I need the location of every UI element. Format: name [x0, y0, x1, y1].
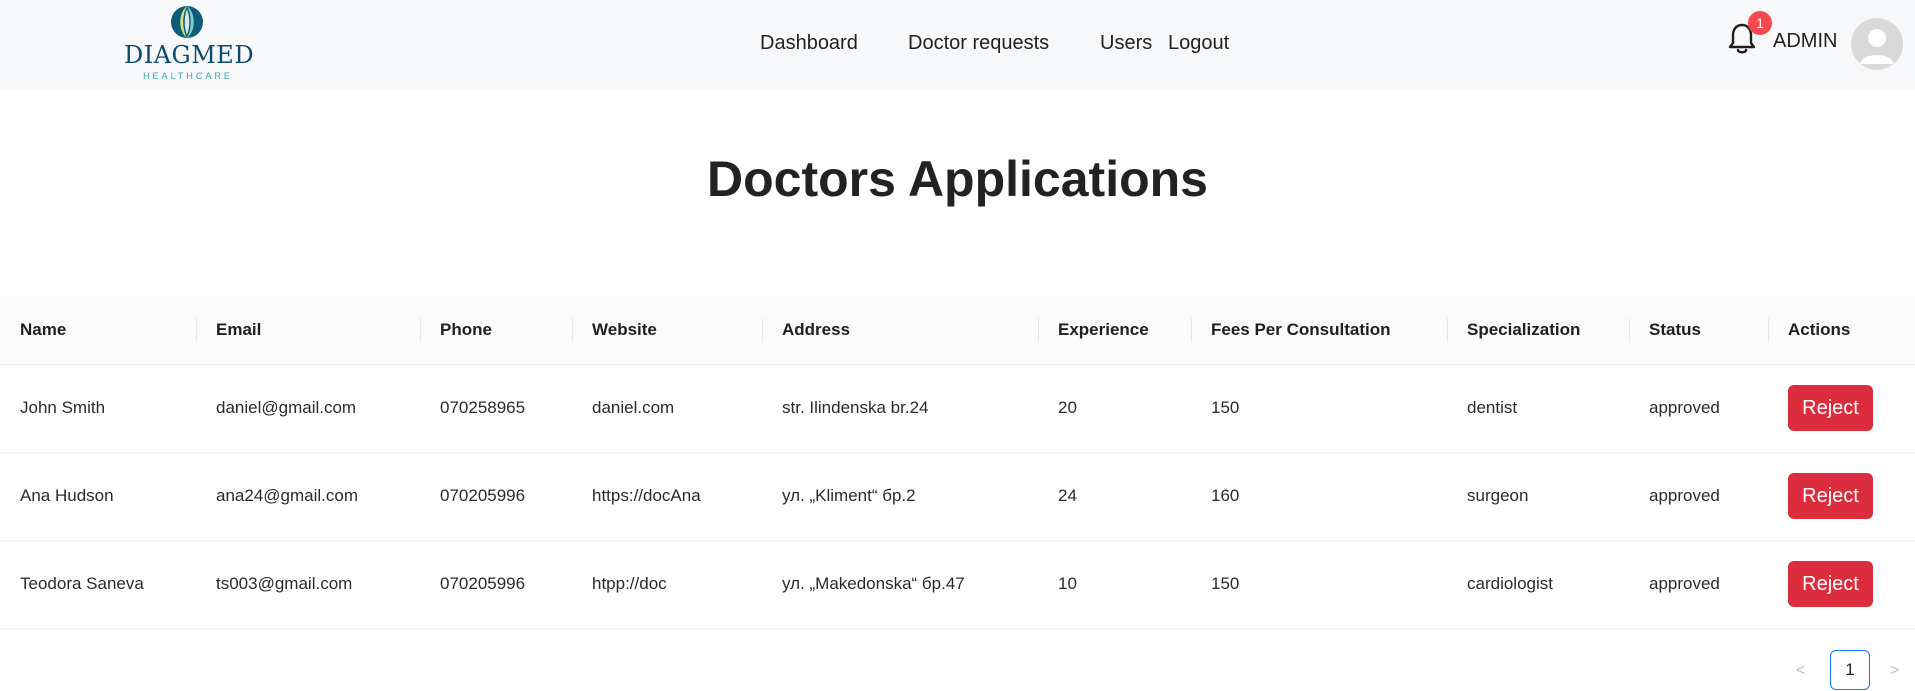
user-label: ADMIN	[1773, 30, 1838, 52]
nav-doctor-requests[interactable]: Doctor requests	[908, 32, 1049, 55]
pagination-prev-icon[interactable]: <	[1796, 662, 1805, 680]
column-header-address: Address	[762, 296, 1038, 365]
column-header-status: Status	[1629, 296, 1768, 365]
cell-address: ул. „Makedonska“ бр.47	[762, 540, 1038, 629]
cell-experience: 10	[1038, 540, 1191, 629]
cell-website: daniel.com	[572, 364, 762, 453]
table-row: Ana Hudson ana24@gmail.com 070205996 htt…	[0, 452, 1915, 541]
pagination-page-1[interactable]: 1	[1830, 650, 1870, 690]
cell-actions: Reject	[1768, 364, 1915, 453]
cell-address: str. Ilindenska br.24	[762, 364, 1038, 453]
cell-website: https://docAna	[572, 452, 762, 541]
logo-mark-icon	[171, 6, 203, 38]
cell-phone: 070205996	[420, 540, 572, 629]
cell-experience: 20	[1038, 364, 1191, 453]
page-title: Doctors Applications	[707, 151, 1208, 207]
table-header-row: Name Email Phone Website Address Experie…	[0, 296, 1915, 365]
brand-name: DIAGMED	[124, 41, 255, 69]
column-header-phone: Phone	[420, 296, 572, 365]
cell-website: htpp://doc	[572, 540, 762, 629]
reject-button[interactable]: Reject	[1788, 561, 1873, 607]
user-avatar-icon	[1860, 29, 1894, 64]
column-header-actions: Actions	[1768, 296, 1915, 365]
column-header-website: Website	[572, 296, 762, 365]
avatar[interactable]	[1851, 18, 1903, 70]
column-header-name: Name	[0, 296, 196, 365]
pagination: < 1 >	[1780, 650, 1910, 690]
cell-status: approved	[1629, 452, 1768, 541]
cell-status: approved	[1629, 540, 1768, 629]
cell-name: Teodora Saneva	[0, 540, 196, 629]
nav-dashboard[interactable]: Dashboard	[760, 32, 858, 55]
cell-email: daniel@gmail.com	[196, 364, 420, 453]
cell-status: approved	[1629, 364, 1768, 453]
table-row: John Smith daniel@gmail.com 070258965 da…	[0, 364, 1915, 453]
brand-logo[interactable]: DIAGMED HEALTHCARE	[118, 5, 258, 85]
table-row: Teodora Saneva ts003@gmail.com 070205996…	[0, 540, 1915, 629]
reject-button[interactable]: Reject	[1788, 473, 1873, 519]
applications-table: Name Email Phone Website Address Experie…	[0, 296, 1915, 629]
cell-actions: Reject	[1768, 540, 1915, 629]
column-header-experience: Experience	[1038, 296, 1191, 365]
cell-phone: 070205996	[420, 452, 572, 541]
cell-name: John Smith	[0, 364, 196, 453]
cell-specialization: dentist	[1447, 364, 1629, 453]
cell-fees: 160	[1191, 452, 1447, 541]
column-header-fees: Fees Per Consultation	[1191, 296, 1447, 365]
cell-name: Ana Hudson	[0, 452, 196, 541]
cell-specialization: cardiologist	[1447, 540, 1629, 629]
cell-actions: Reject	[1768, 452, 1915, 541]
column-header-specialization: Specialization	[1447, 296, 1629, 365]
brand-tagline: HEALTHCARE	[143, 71, 233, 81]
reject-button[interactable]: Reject	[1788, 385, 1873, 431]
cell-address: ул. „Kliment“ бр.2	[762, 452, 1038, 541]
column-header-email: Email	[196, 296, 420, 365]
cell-specialization: surgeon	[1447, 452, 1629, 541]
cell-fees: 150	[1191, 540, 1447, 629]
notification-badge: 1	[1748, 11, 1772, 35]
cell-email: ana24@gmail.com	[196, 452, 420, 541]
cell-phone: 070258965	[420, 364, 572, 453]
cell-email: ts003@gmail.com	[196, 540, 420, 629]
nav-users[interactable]: Users	[1100, 32, 1152, 55]
pagination-next-icon[interactable]: >	[1890, 662, 1899, 680]
cell-fees: 150	[1191, 364, 1447, 453]
cell-experience: 24	[1038, 452, 1191, 541]
top-navbar: DIAGMED HEALTHCARE Dashboard Doctor requ…	[0, 0, 1915, 90]
nav-logout[interactable]: Logout	[1168, 32, 1229, 55]
